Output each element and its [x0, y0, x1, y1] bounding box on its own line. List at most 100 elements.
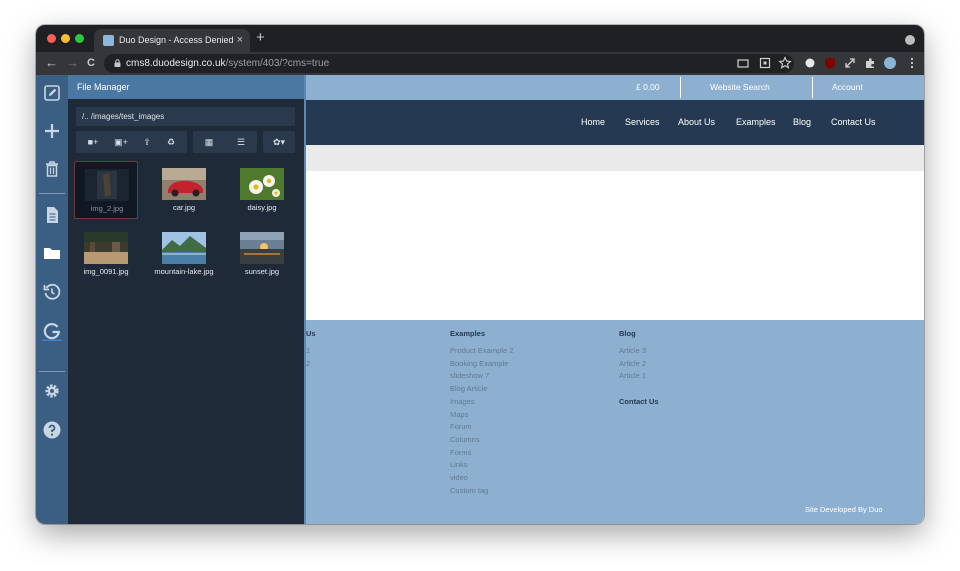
file-item[interactable]: img_2.jpg [74, 161, 138, 219]
trash-icon[interactable] [42, 159, 62, 179]
page-viewport: File Manager /.. /images/test_images ■+ … [36, 75, 924, 524]
forward-button[interactable]: → [66, 54, 79, 72]
grid-view-button[interactable]: ▦ [197, 131, 221, 153]
nav-blog[interactable]: Blog [793, 100, 811, 145]
footer-link[interactable]: Links [450, 460, 468, 469]
file-item[interactable]: daisy.jpg [230, 161, 294, 219]
file-name: daisy.jpg [247, 203, 277, 212]
tab-close-icon[interactable]: × [237, 29, 243, 52]
ublock-icon[interactable] [823, 56, 837, 70]
cast-icon[interactable] [736, 56, 750, 70]
url-text: cms8.duodesign.co.uk/system/403/?cms=tru… [126, 54, 329, 73]
extensions-puzzle-icon[interactable] [863, 56, 877, 70]
maximize-window-button[interactable] [75, 34, 84, 43]
footer-link[interactable]: video [450, 473, 468, 482]
account-link[interactable]: Account [832, 75, 863, 100]
toolbar-divider [39, 193, 65, 194]
basket-total[interactable]: £ 0.00 [636, 75, 660, 100]
topbar-divider [680, 77, 681, 98]
footer-link[interactable]: Custom tag [450, 486, 488, 495]
help-icon[interactable] [42, 420, 62, 440]
browser-tab[interactable]: Duo Design - Access Denied × [94, 29, 250, 52]
file-item[interactable]: sunset.jpg [230, 225, 294, 283]
tab-search-icon[interactable] [905, 35, 915, 45]
image-thumbnail [85, 169, 129, 201]
file-item[interactable]: car.jpg [152, 161, 216, 219]
add-icon[interactable] [42, 121, 62, 141]
extension-circle-icon[interactable] [803, 56, 817, 70]
website-search-link[interactable]: Website Search [710, 75, 770, 100]
profile-avatar-icon[interactable] [883, 56, 897, 70]
settings-dropdown-button[interactable]: ✿▾ [263, 131, 295, 153]
file-name: sunset.jpg [244, 267, 280, 276]
footer-heading: Us [306, 329, 316, 338]
file-name: mountain-lake.jpg [154, 267, 214, 276]
folder-icon[interactable] [42, 243, 62, 263]
footer-link[interactable]: Maps [450, 410, 468, 419]
folder-path[interactable]: /.. /images/test_images [76, 107, 295, 126]
footer-link[interactable]: Images [450, 397, 475, 406]
footer-link[interactable]: Product Example 2 [450, 346, 513, 355]
footer-link[interactable]: Blog Article [450, 384, 488, 393]
footer-link[interactable]: 2 [306, 359, 310, 368]
nav-home[interactable]: Home [581, 100, 605, 145]
image-thumbnail [162, 168, 206, 200]
history-icon[interactable] [42, 282, 62, 302]
image-thumbnail [240, 168, 284, 200]
edit-icon[interactable] [42, 83, 62, 103]
address-bar[interactable]: cms8.duodesign.co.uk/system/403/?cms=tru… [104, 54, 794, 73]
file-manager-panel: File Manager /.. /images/test_images ■+ … [68, 75, 304, 524]
gear-icon[interactable] [42, 381, 62, 401]
website-page: £ 0.00 Website Search Account Home Servi… [306, 75, 924, 524]
footer-heading: Blog [619, 329, 636, 338]
new-folder-button[interactable]: ■+ [80, 131, 106, 153]
google-icon[interactable] [42, 321, 62, 341]
footer-link[interactable]: slideshow 7 [450, 371, 489, 380]
upload-image-button[interactable]: ▣+ [108, 131, 134, 153]
url-host: cms8.duodesign.co.uk [126, 58, 226, 69]
upload-button[interactable]: ⇪ [136, 131, 158, 153]
browser-window: Duo Design - Access Denied × + ← → C cms… [36, 25, 924, 524]
qr-code-icon[interactable] [758, 56, 772, 70]
reload-button[interactable]: C [87, 54, 95, 72]
file-actions-group: ■+ ▣+ ⇪ ♻ [76, 131, 187, 153]
new-tab-button[interactable]: + [256, 28, 265, 48]
url-path: /system/403/?cms=true [225, 58, 330, 69]
cms-toolbar [36, 75, 68, 524]
footer-link[interactable]: Article 3 [619, 346, 646, 355]
list-view-button[interactable]: ☰ [229, 131, 253, 153]
nav-contact-us[interactable]: Contact Us [831, 100, 876, 145]
footer-link[interactable]: Forms [450, 448, 471, 457]
bookmark-star-icon[interactable] [778, 56, 792, 70]
site-footer: Us 1 2 Examples Product Example 2 Bookin… [306, 320, 924, 524]
back-button[interactable]: ← [45, 54, 58, 72]
view-toggle-group: ▦ ☰ [193, 131, 257, 153]
footer-link[interactable]: 1 [306, 346, 310, 355]
favicon-icon [103, 35, 114, 46]
recycle-button[interactable]: ♻ [160, 131, 182, 153]
footer-link[interactable]: Article 1 [619, 371, 646, 380]
nav-services[interactable]: Services [625, 100, 660, 145]
nav-examples[interactable]: Examples [736, 100, 776, 145]
minimize-window-button[interactable] [61, 34, 70, 43]
footer-link[interactable]: Columns [450, 435, 480, 444]
browser-toolbar: ← → C cms8.duodesign.co.uk/system/403/?c… [36, 52, 924, 75]
footer-link[interactable]: Booking Example [450, 359, 508, 368]
file-item[interactable]: img_0091.jpg [74, 225, 138, 283]
page-icon[interactable] [42, 205, 62, 225]
footer-link[interactable]: Article 2 [619, 359, 646, 368]
close-window-button[interactable] [47, 34, 56, 43]
footer-heading-contact[interactable]: Contact Us [619, 397, 659, 406]
expand-icon[interactable] [843, 56, 857, 70]
nav-about-us[interactable]: About Us [678, 100, 715, 145]
site-credit[interactable]: Site Developed By Duo [805, 505, 883, 514]
file-item[interactable]: mountain-lake.jpg [152, 225, 216, 283]
tab-strip: Duo Design - Access Denied × + [36, 25, 924, 52]
lock-icon [114, 59, 121, 67]
file-manager-title: File Manager [68, 75, 304, 99]
footer-heading: Examples [450, 329, 486, 338]
file-name: img_0091.jpg [83, 267, 129, 276]
footer-link[interactable]: Forum [450, 422, 472, 431]
browser-menu-icon[interactable] [905, 56, 919, 70]
file-name: car.jpg [172, 203, 196, 212]
